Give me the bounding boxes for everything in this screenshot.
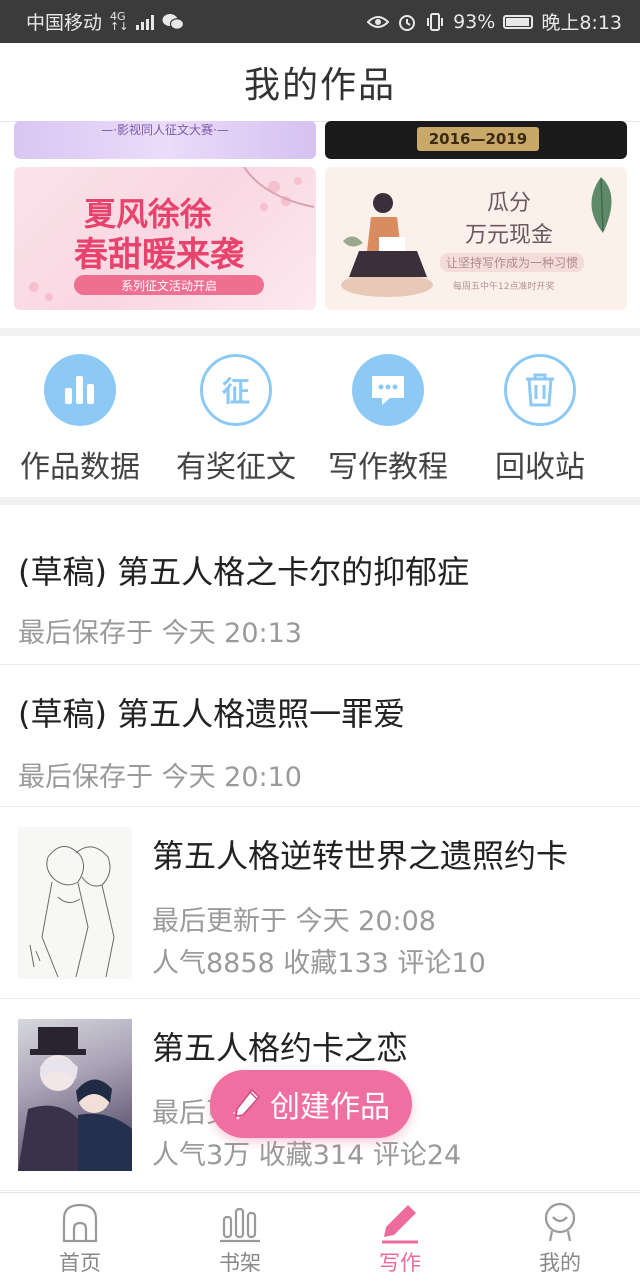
status-bar: 中国移动 4G ↑↓ 93% 晚上8:13 xyxy=(0,0,640,43)
zheng-glyph: 征 xyxy=(221,375,250,408)
banner-cash-title2: 万元现金 xyxy=(465,223,554,248)
work-item-book[interactable]: 第五人格逆转世界之遗照约卡 最后更新于 今天 20:08 人气8858 收藏13… xyxy=(0,807,640,999)
vibrate-icon xyxy=(427,12,444,31)
quick-action-label: 写作教程 xyxy=(328,450,448,485)
create-work-button[interactable]: 创建作品 xyxy=(210,1070,412,1138)
anime-cover-illustration xyxy=(18,1027,132,1171)
quick-action-label: 作品数据 xyxy=(20,450,140,485)
network-arrows: ↑↓ xyxy=(110,19,129,33)
bookshelf-icon xyxy=(220,1207,260,1243)
nav-tab-profile[interactable]: 我的 xyxy=(480,1193,640,1281)
work-title: 第五人格逆转世界之遗照约卡 xyxy=(152,837,569,875)
bottom-nav: 首页 书架 写作 我的 xyxy=(0,1192,640,1281)
work-item-draft[interactable]: (草稿) 第五人格遗照一罪爱 最后保存于 今天 20:10 xyxy=(0,665,640,807)
pen-icon xyxy=(382,1205,418,1244)
profile-icon xyxy=(544,1202,576,1242)
work-stats: 人气3万 收藏314 评论24 xyxy=(152,1140,462,1171)
quick-action-work-data[interactable]: 作品数据 xyxy=(0,338,160,498)
nav-label: 写作 xyxy=(379,1251,421,1275)
nav-tab-bookshelf[interactable]: 书架 xyxy=(160,1193,320,1281)
quick-actions: 作品数据 征 有奖征文 写作教程 回收站 xyxy=(0,338,640,498)
work-saved-time: 最后保存于 今天 20:10 xyxy=(18,762,302,793)
nav-tab-home[interactable]: 首页 xyxy=(0,1193,160,1281)
work-saved-time: 最后保存于 今天 20:13 xyxy=(18,618,302,649)
banner-anniversary[interactable]: 2016—2019 xyxy=(325,121,627,159)
work-updated-time: 最后更新于 今天 20:08 xyxy=(152,906,436,937)
network-indicator: 4G ↑↓ xyxy=(110,11,129,33)
clock: 晚上8:13 xyxy=(541,12,622,34)
quick-action-recycle-bin[interactable]: 回收站 xyxy=(464,338,616,498)
trash-icon xyxy=(504,354,576,426)
page-title: 我的作品 xyxy=(243,65,396,106)
quick-action-label: 回收站 xyxy=(495,450,585,485)
quick-action-contest[interactable]: 征 有奖征文 xyxy=(160,338,312,498)
nav-label: 我的 xyxy=(539,1251,581,1275)
work-title: (草稿) 第五人格遗照一罪爱 xyxy=(18,695,406,733)
pencil-icon xyxy=(233,1088,261,1120)
nav-tab-write[interactable]: 写作 xyxy=(320,1193,480,1281)
zheng-icon: 征 xyxy=(200,354,272,426)
battery-percent: 93% xyxy=(453,10,496,33)
reading-girl-illustration xyxy=(341,193,433,297)
wechat-icon xyxy=(162,13,185,30)
banner-cash-subtitle: 让坚持写作成为一种习惯 xyxy=(440,253,585,272)
work-stats: 人气8858 收藏133 评论10 xyxy=(152,948,486,979)
banner-cash-footnote: 每周五中午12点准时开奖 xyxy=(453,282,555,292)
banner-film-contest-text: —·影视同人征文大赛·— xyxy=(101,123,229,137)
eye-icon xyxy=(367,15,390,28)
carrier-name: 中国移动 xyxy=(26,12,103,34)
banner-film-contest[interactable]: —·影视同人征文大赛·— xyxy=(14,121,316,159)
chat-bubble-icon xyxy=(352,354,424,426)
section-divider xyxy=(0,497,640,505)
sketch-cover-illustration xyxy=(29,846,115,978)
create-work-label: 创建作品 xyxy=(270,1090,390,1125)
home-icon xyxy=(62,1203,98,1243)
banner-summer-line2: 春甜暖来袭 xyxy=(74,235,244,275)
section-divider xyxy=(0,328,640,336)
bar-chart-icon xyxy=(44,354,116,426)
quick-action-label: 有奖征文 xyxy=(176,450,296,485)
book-cover xyxy=(18,1019,132,1171)
banner-cash-title1: 瓜分 xyxy=(487,191,532,216)
banner-summer-ribbon: 系列征文活动开启 xyxy=(74,275,264,295)
banner-anniversary-years: 2016—2019 xyxy=(417,127,539,151)
work-title: (草稿) 第五人格之卡尔的抑郁症 xyxy=(18,553,470,591)
book-cover xyxy=(18,827,132,979)
work-item-draft[interactable]: (草稿) 第五人格之卡尔的抑郁症 最后保存于 今天 20:13 xyxy=(0,505,640,665)
work-title: 第五人格约卡之恋 xyxy=(152,1029,409,1067)
nav-label: 首页 xyxy=(59,1251,101,1275)
signal-icon xyxy=(136,14,155,30)
battery-icon xyxy=(503,14,534,29)
leaf-decoration xyxy=(591,177,612,233)
banner-summer-contest[interactable]: 夏风徐徐 春甜暖来袭 系列征文活动开启 xyxy=(14,167,316,310)
page-header: 我的作品 xyxy=(0,43,640,122)
banner-cash-prize[interactable]: 瓜分 万元现金 让坚持写作成为一种习惯 每周五中午12点准时开奖 xyxy=(325,167,627,310)
quick-action-tutorial[interactable]: 写作教程 xyxy=(312,338,464,498)
alarm-icon xyxy=(399,14,416,31)
nav-label: 书架 xyxy=(219,1251,261,1275)
